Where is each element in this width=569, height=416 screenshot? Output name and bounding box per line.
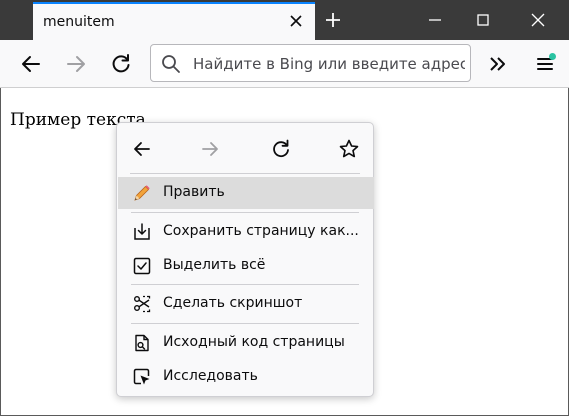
context-forward-icon[interactable] <box>199 138 221 160</box>
menu-separator <box>130 173 360 174</box>
menu-item-edit[interactable]: Править <box>118 177 374 209</box>
reload-icon[interactable] <box>109 52 133 76</box>
menu-item-inspect[interactable]: Исследовать <box>118 361 374 393</box>
menu-item-label: Исследовать <box>163 368 258 384</box>
context-back-icon[interactable] <box>131 138 153 160</box>
menu-separator <box>131 323 359 324</box>
menu-item-screenshot[interactable]: Сделать скриншот <box>118 288 374 320</box>
menu-item-label: Сохранить страницу как... <box>163 223 359 239</box>
back-icon[interactable] <box>19 52 43 76</box>
search-icon <box>161 54 181 74</box>
new-tab-plus-icon[interactable] <box>323 10 343 30</box>
bookmark-star-icon[interactable] <box>338 138 360 160</box>
navigation-toolbar: Найдите в Bing или введите адрес <box>0 40 569 88</box>
menu-item-label: Выделить всё <box>163 257 266 273</box>
select-all-icon <box>132 256 152 276</box>
title-bar: menuitem <box>0 0 569 40</box>
close-window-icon[interactable] <box>528 10 548 30</box>
menu-item-label: Править <box>163 184 225 200</box>
screenshot-icon <box>132 294 152 314</box>
menu-item-label: Исходный код страницы <box>163 334 345 350</box>
overflow-chevron-icon[interactable] <box>486 52 510 76</box>
menu-separator <box>131 284 359 285</box>
maximize-window-icon[interactable] <box>473 10 493 30</box>
tab-title: menuitem <box>43 14 115 30</box>
address-bar-placeholder: Найдите в Bing или введите адрес <box>193 55 465 73</box>
menu-item-select-all[interactable]: Выделить всё <box>118 250 374 282</box>
minimize-window-icon[interactable] <box>425 10 445 30</box>
context-menu: Править Сохранить страницу как... Выдели… <box>116 122 374 397</box>
menu-item-save-page-as[interactable]: Сохранить страницу как... <box>118 216 374 248</box>
menu-separator <box>131 212 359 213</box>
page-source-icon <box>132 333 152 353</box>
context-reload-icon[interactable] <box>270 138 292 160</box>
save-page-icon <box>132 222 152 242</box>
inspect-icon <box>132 367 152 387</box>
menu-item-label: Сделать скриншот <box>163 295 303 311</box>
menu-item-view-source[interactable]: Исходный код страницы <box>118 327 374 359</box>
tab-close-icon[interactable] <box>289 14 303 28</box>
forward-icon[interactable] <box>64 52 88 76</box>
update-notification-dot <box>549 53 556 60</box>
context-menu-nav-row <box>117 131 373 167</box>
tab-menuitem[interactable]: menuitem <box>33 2 315 40</box>
address-bar[interactable]: Найдите в Bing или введите адрес <box>150 44 471 82</box>
pencil-icon <box>132 183 152 203</box>
